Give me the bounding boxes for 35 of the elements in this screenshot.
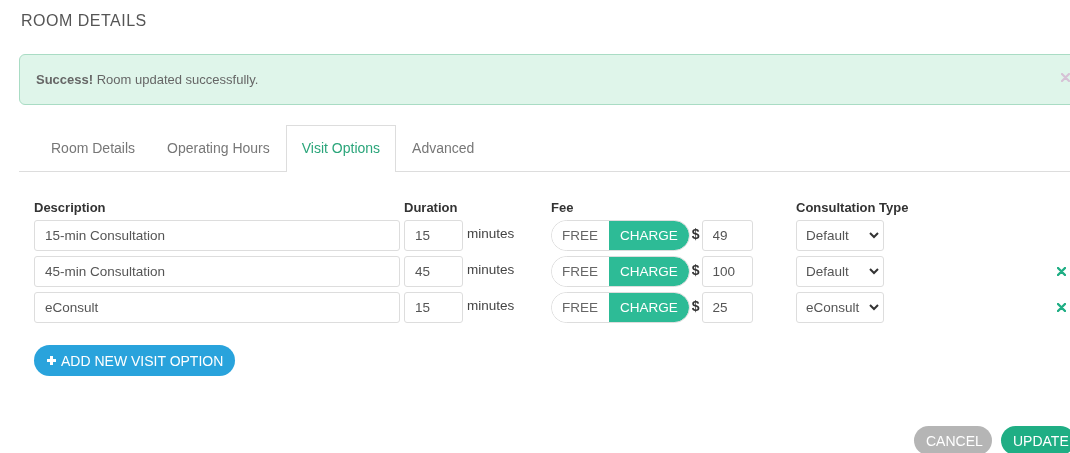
- duration-field[interactable]: 45: [404, 256, 463, 287]
- description-field[interactable]: 45-min Consultation: [34, 256, 400, 287]
- column-header: Description: [34, 200, 107, 215]
- fee-field[interactable]: 100: [701, 256, 753, 287]
- column-header: Fee: [551, 200, 575, 215]
- tab[interactable]: Room Details: [19, 125, 152, 172]
- plus-icon: [46, 355, 57, 366]
- unit-label: minutes: [467, 226, 515, 241]
- remove-icon[interactable]: [1057, 303, 1066, 312]
- fee-field[interactable]: 49: [701, 220, 753, 251]
- column-header: Consultation Type: [796, 200, 910, 215]
- currency-symbol: $: [691, 226, 700, 242]
- duration-field[interactable]: 15: [404, 220, 463, 251]
- chevron-down-icon: [869, 304, 879, 311]
- duration-field[interactable]: 15: [404, 292, 463, 323]
- column-header: Duration: [404, 200, 459, 215]
- alert-message: Success! Room updated successfully.: [36, 72, 259, 87]
- chevron-down-icon: [869, 232, 879, 239]
- chevron-down-icon: [869, 268, 879, 275]
- tab[interactable]: Operating Hours: [151, 125, 286, 172]
- description-field[interactable]: eConsult: [34, 292, 400, 323]
- close-icon[interactable]: [1061, 72, 1070, 82]
- unit-label: minutes: [467, 262, 515, 277]
- consultation-type-select[interactable]: Default: [796, 220, 884, 251]
- consultation-type-select[interactable]: eConsult: [796, 292, 884, 323]
- fee-field[interactable]: 25: [701, 292, 753, 323]
- unit-label: minutes: [467, 298, 515, 313]
- page-title: ROOM DETAILS: [21, 12, 148, 30]
- tab[interactable]: Visit Options: [285, 125, 397, 172]
- description-field[interactable]: 15-min Consultation: [34, 220, 400, 251]
- consultation-type-select[interactable]: Default: [796, 256, 884, 287]
- currency-symbol: $: [691, 298, 700, 314]
- tab[interactable]: Advanced: [396, 125, 491, 172]
- remove-icon[interactable]: [1057, 267, 1066, 276]
- currency-symbol: $: [691, 262, 700, 278]
